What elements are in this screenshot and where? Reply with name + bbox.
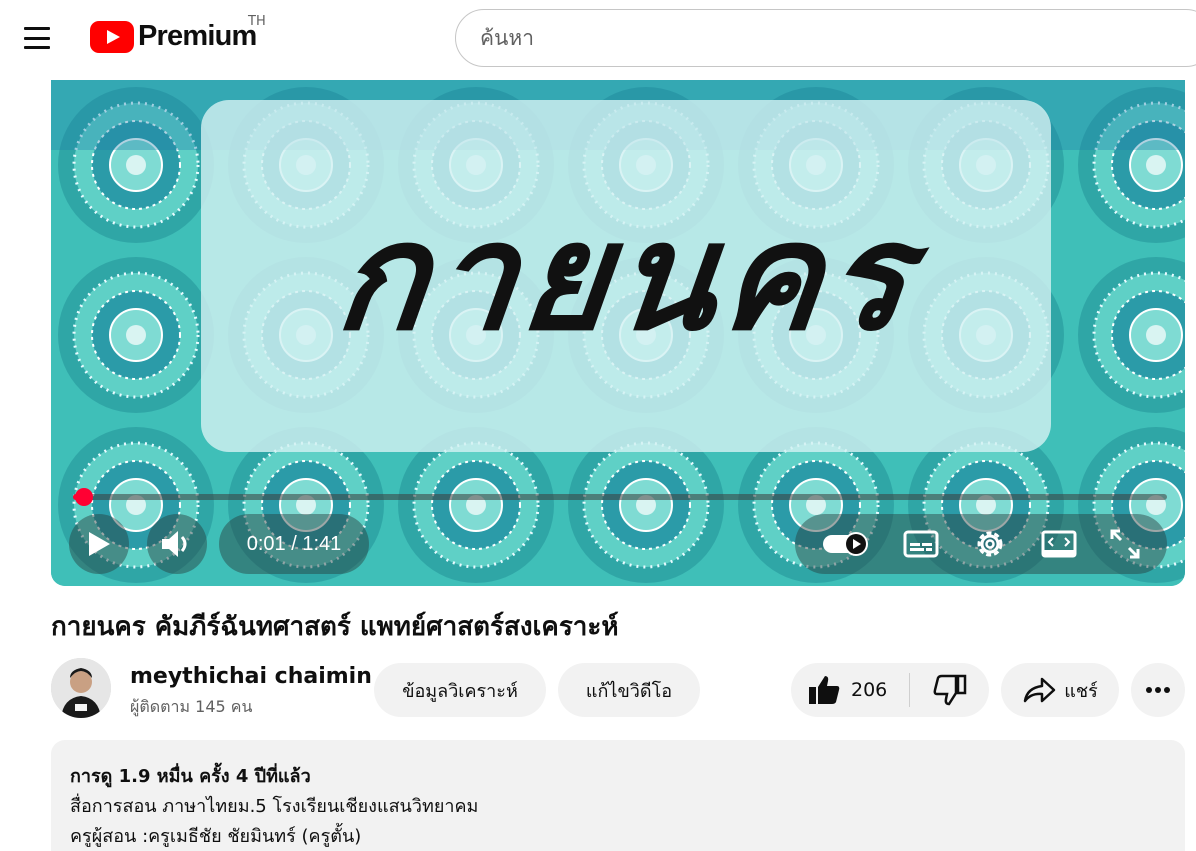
dislike-icon — [933, 674, 966, 706]
view-count-and-date: การดู 1.9 หมื่น ครั้ง 4 ปีที่แล้ว — [70, 766, 311, 787]
video-title: กายนคร คัมภีร์ฉันทศาสตร์ แพทย์ศาสตร์สงเค… — [51, 612, 619, 642]
analytics-label: ข้อมูลวิเคราะห์ — [402, 680, 518, 702]
channel-name[interactable]: meythichai chaimin — [130, 664, 372, 689]
country-code: TH — [248, 14, 266, 29]
youtube-premium-logo[interactable]: Premium — [90, 20, 257, 53]
edit-video-label: แก้ไขวิดีโอ — [585, 680, 673, 702]
autoplay-toggle[interactable] — [822, 531, 870, 557]
play-button[interactable] — [69, 514, 129, 574]
right-controls — [795, 514, 1167, 574]
theater-mode-icon — [1041, 530, 1077, 558]
like-icon — [809, 676, 840, 704]
progress-scrubber[interactable] — [74, 488, 93, 506]
time-display: 0:01 / 1:41 — [219, 514, 369, 574]
play-icon — [89, 532, 110, 556]
like-button[interactable]: 206 — [791, 663, 909, 717]
progress-bar[interactable] — [73, 488, 1167, 506]
youtube-play-icon — [90, 20, 134, 53]
search-input[interactable]: ค้นหา — [455, 9, 1196, 67]
subtitles-button[interactable] — [903, 530, 939, 558]
logo-text: Premium — [138, 20, 257, 52]
subscriber-count: ผู้ติดตาม 145 คน — [130, 697, 253, 716]
more-actions-button[interactable] — [1131, 663, 1185, 717]
description-line: ครูผู้สอน :ครูเมธีชัย ชัยมินทร์ (ครูตั้น… — [70, 826, 362, 847]
share-icon — [1024, 677, 1056, 703]
time-text: 0:01 / 1:41 — [246, 532, 342, 555]
video-player[interactable]: กายนคร 0:01 / 1:41 — [51, 80, 1185, 586]
subtitles-icon — [903, 530, 939, 558]
fullscreen-button[interactable] — [1110, 529, 1140, 559]
search-placeholder: ค้นหา — [480, 25, 535, 50]
share-button[interactable]: แชร์ — [1001, 663, 1119, 717]
menu-icon[interactable] — [18, 22, 56, 54]
theater-mode-button[interactable] — [1041, 530, 1077, 558]
description-box[interactable]: การดู 1.9 หมื่น ครั้ง 4 ปีที่แล้ว สื่อกา… — [51, 740, 1185, 851]
like-count: 206 — [851, 679, 888, 701]
video-overlay-text: กายนคร — [329, 188, 923, 363]
volume-button[interactable] — [147, 514, 207, 574]
like-dislike-group: 206 — [791, 663, 989, 717]
description-line: สื่อการสอน ภาษาไทยม.5 โรงเรียนเชียงแสนวิ… — [70, 796, 479, 817]
volume-icon — [162, 531, 187, 557]
settings-button[interactable] — [973, 527, 1007, 561]
settings-icon — [977, 531, 1003, 557]
avatar[interactable] — [51, 658, 111, 718]
autoplay-toggle-icon — [822, 532, 868, 556]
channel-avatar-image — [51, 658, 111, 718]
share-label: แชร์ — [1064, 680, 1098, 702]
fullscreen-icon — [1110, 529, 1140, 559]
more-icon — [1146, 687, 1170, 693]
dislike-button[interactable] — [910, 663, 989, 717]
edit-video-button[interactable]: แก้ไขวิดีโอ — [558, 663, 700, 717]
analytics-button[interactable]: ข้อมูลวิเคราะห์ — [374, 663, 546, 717]
video-title-card: กายนคร — [201, 100, 1051, 452]
